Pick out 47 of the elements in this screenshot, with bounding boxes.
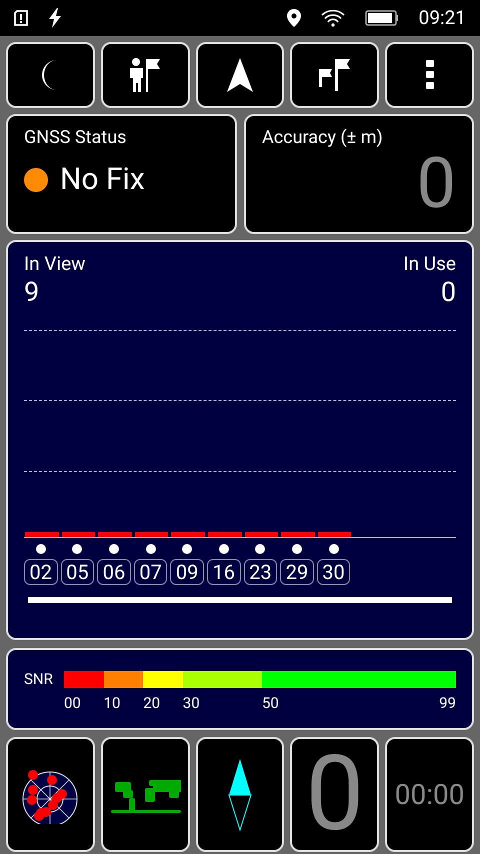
lightning-icon (48, 8, 62, 28)
snr-tick-label: 30 (182, 696, 200, 710)
in-view-label: In View (24, 252, 86, 276)
tile-button[interactable]: 00:00 (385, 737, 474, 852)
location-pin-icon (286, 9, 301, 27)
snr-label: SNR (24, 669, 54, 690)
snr-tick-label: 00 (64, 696, 81, 710)
snr-tick-label: 99 (439, 696, 456, 710)
satellite-id: 29 (280, 558, 314, 584)
toolbar-button[interactable] (196, 42, 284, 108)
navigation-arrow-icon (226, 58, 253, 92)
battery-icon (364, 10, 399, 26)
tile-button[interactable]: 0 (290, 737, 380, 852)
timer-value: 00:00 (394, 780, 464, 808)
toolbar-button[interactable] (100, 42, 190, 108)
snr-tick-label: 20 (143, 696, 160, 710)
toolbar-button[interactable] (290, 42, 380, 108)
satellite-id: 07 (134, 558, 168, 584)
clock-time: 09:21 (418, 4, 466, 31)
speed-value: 0 (306, 742, 364, 846)
person-with-flag-icon (128, 57, 162, 93)
satellite-id: 09 (170, 558, 204, 584)
satellite-id: 02 (24, 558, 58, 584)
compass-needle-icon[interactable] (226, 758, 253, 832)
tile-button[interactable] (196, 737, 284, 852)
toolbar-button[interactable] (385, 42, 474, 108)
tile-button[interactable] (6, 737, 95, 852)
in-use-label: In Use (403, 252, 456, 276)
card-title: GNSS Status (24, 126, 128, 150)
wifi-icon (320, 9, 345, 27)
accuracy-value: 0 (416, 149, 456, 219)
sd-card-alert-icon (14, 10, 28, 26)
flags-icon (318, 57, 352, 93)
toolbar-button[interactable] (6, 42, 95, 108)
tile-button[interactable] (100, 737, 190, 852)
card-title: Accuracy (± m) (262, 126, 384, 150)
in-use-count: 0 (440, 276, 456, 310)
satellite-id: 05 (60, 558, 94, 584)
satellite-id: 30 (316, 558, 350, 584)
satellite-id: 06 (97, 558, 131, 584)
snr-tick-label: 50 (262, 696, 279, 710)
in-view-count: 9 (24, 276, 40, 310)
fix-status: No Fix (60, 165, 145, 195)
satellite-id: 16 (206, 558, 241, 584)
more-icon (424, 60, 435, 90)
snr-tick-label: 10 (104, 696, 120, 710)
satellite-id: 23 (244, 558, 278, 584)
